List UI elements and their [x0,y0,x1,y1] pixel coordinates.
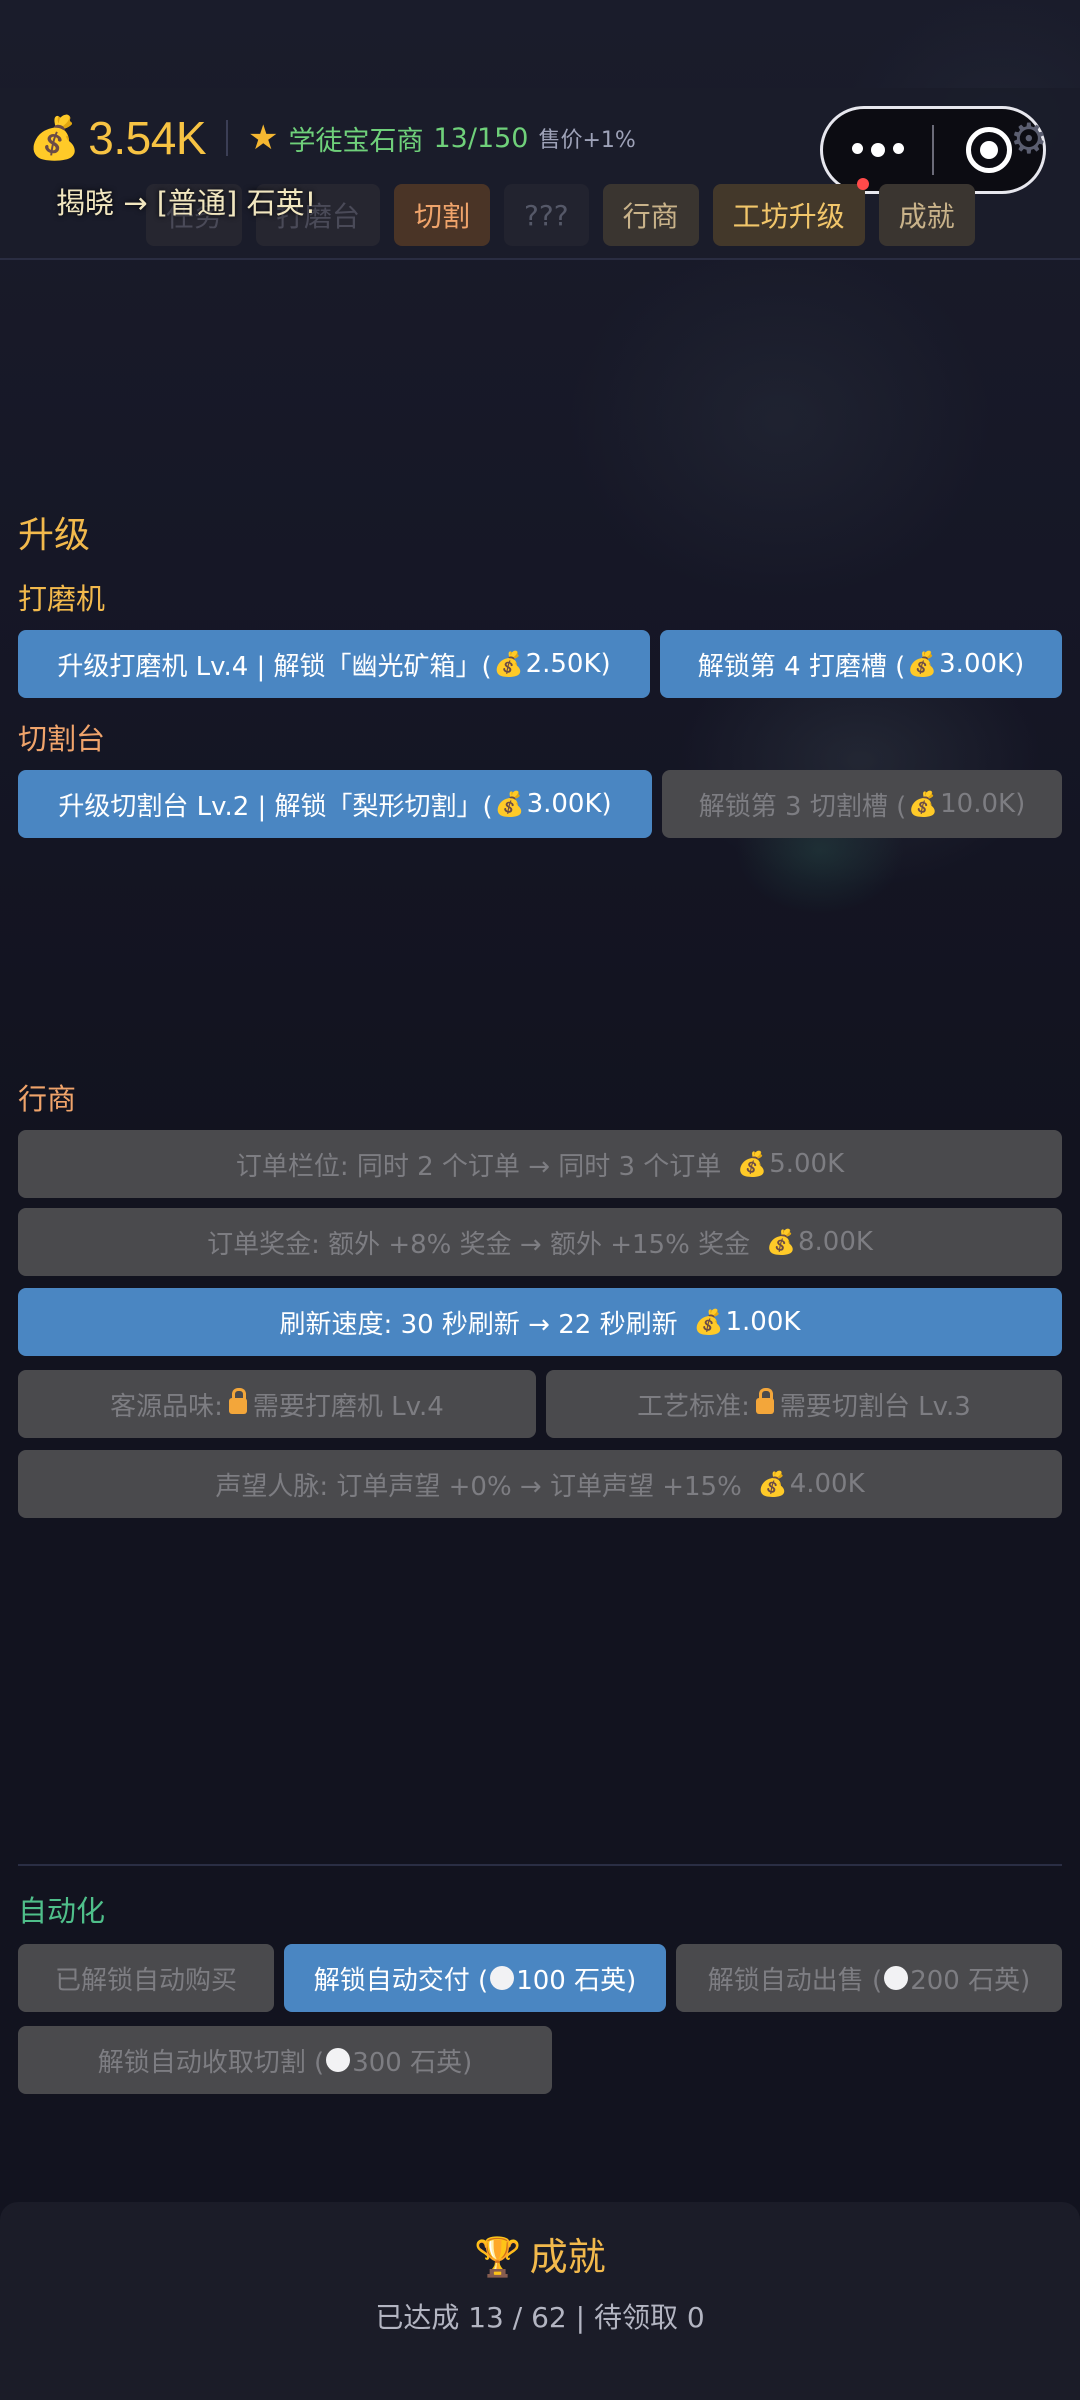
money-value: 3.54K [88,112,207,164]
button-label: 解锁自动交付 ( [313,1965,489,1996]
tab-label: 切割 [414,200,471,233]
tab-achievements[interactable]: 成就 [878,184,975,246]
tab-label: ??? [524,198,569,232]
reveal-toast: 揭晓 → [普通] 石英! [56,186,317,220]
quartz-icon [490,1966,515,1990]
upgrade-cutter-button[interactable]: 升级切割台 Lv.2 | 解锁「梨形切割」(💰 3.00K) [18,770,652,838]
button-price: 10.0K) [940,789,1026,819]
money-bag-icon: 💰 [766,1228,796,1256]
lock-icon [755,1388,774,1414]
button-label: 订单奖金: 额外 +8% 奖金 → 额外 +15% 奖金 [207,1229,751,1260]
star-icon: ★ [248,118,279,158]
button-cost: 100 石英) [516,1965,637,1996]
button-label: 订单栏位: 同时 2 个订单 → 同时 3 个订单 [235,1151,722,1182]
rank-bonus: 售价+1% [538,128,636,153]
money-bag-icon: 💰 [737,1150,768,1178]
button-price: 5.00K [769,1149,845,1179]
achievements-title[interactable]: 🏆 成就 [0,2226,1080,2281]
button-label: 解锁第 4 打磨槽 ( [697,651,906,682]
client-taste-upgrade-button[interactable]: 客源品味: 需要打磨机 Lv.4 [18,1370,536,1438]
money-bag-icon: 💰 [493,650,524,678]
rank-count: 13/150 [433,122,529,154]
order-slots-upgrade-button[interactable]: 订单栏位: 同时 2 个订单 → 同时 3 个订单 💰 5.00K [18,1130,1062,1198]
unlock-cutter-slot-button[interactable]: 解锁第 3 切割槽 (💰 10.0K) [662,770,1062,838]
auto-buy-button[interactable]: 已解锁自动购买 [18,1944,274,2012]
tab-label: 成就 [898,200,955,233]
tab-cutting[interactable]: 切割 [394,184,491,246]
button-label: 声望人脉: 订单声望 +0% → 订单声望 +15% [215,1471,742,1502]
unlock-auto-deliver-button[interactable]: 解锁自动交付 ( 100 石英) [284,1944,666,2012]
money-bag-icon: 💰 [28,113,81,162]
requirement-text: 需要打磨机 Lv.4 [252,1391,444,1422]
rank-name: 学徒宝石商 [288,125,424,157]
money-bag-icon: 💰 [908,790,939,818]
craft-standard-upgrade-button[interactable]: 工艺标准: 需要切割台 Lv.3 [546,1370,1062,1438]
divider [226,120,229,156]
reputation-upgrade-button[interactable]: 声望人脉: 订单声望 +0% → 订单声望 +15% 💰 4.00K [18,1450,1062,1518]
button-label: 刷新速度: 30 秒刷新 → 22 秒刷新 [279,1309,678,1340]
grinder-title: 打磨机 [18,582,106,616]
money-bag-icon: 💰 [693,1308,724,1336]
tab-locked[interactable]: ??? [504,184,589,246]
order-bonus-upgrade-button[interactable]: 订单奖金: 额外 +8% 奖金 → 额外 +15% 奖金 💰 8.00K [18,1208,1062,1276]
refresh-speed-upgrade-button[interactable]: 刷新速度: 30 秒刷新 → 22 秒刷新 💰 1.00K [18,1288,1062,1356]
unlock-grinder-slot-button[interactable]: 解锁第 4 打磨槽 (💰 3.00K) [660,630,1062,698]
button-price: 1.00K [725,1307,801,1337]
trophy-icon: 🏆 [474,2235,522,2279]
button-label: 解锁第 3 切割槽 ( [698,791,907,822]
upgrade-grinder-button[interactable]: 升级打磨机 Lv.4 | 解锁「幽光矿箱」(💰 2.50K) [18,630,650,698]
button-label: 解锁自动收取切割 ( [97,2047,325,2078]
button-label: 解锁自动出售 ( [707,1965,883,1996]
notification-dot [856,178,869,190]
requirement-text: 需要切割台 Lv.3 [779,1391,971,1422]
button-label: 已解锁自动购买 [54,1965,237,1996]
unlock-auto-sell-button[interactable]: 解锁自动出售 ( 200 石英) [676,1944,1062,2012]
tab-label: 工坊升级 [732,200,845,233]
automation-title: 自动化 [18,1894,106,1928]
button-price: 3.00K) [526,789,612,819]
money-bag-icon: 💰 [494,790,525,818]
button-cost: 300 石英) [352,2047,473,2078]
tab-workshop-upgrade[interactable]: 工坊升级 [712,178,869,246]
button-label: 升级打磨机 Lv.4 | 解锁「幽光矿箱」( [57,651,492,682]
money-bag-icon: 💰 [907,650,938,678]
unlock-auto-collect-button[interactable]: 解锁自动收取切割 ( 300 石英) [18,2026,552,2094]
button-label: 工艺标准: [637,1391,750,1422]
cutter-title: 切割台 [18,722,106,756]
more-icon[interactable] [823,143,932,157]
button-price: 4.00K [789,1469,865,1499]
status-row: 💰 3.54K ★ 学徒宝石商 13/150 售价+1% [28,112,636,164]
tab-merchant[interactable]: 行商 [602,184,699,246]
lock-icon [228,1388,247,1414]
button-price: 2.50K) [525,649,611,679]
achievements-stats: 已达成 13 / 62 | 待领取 0 [375,2301,705,2334]
quartz-icon [884,1966,909,1990]
tab-label: 行商 [622,200,679,233]
merchant-title: 行商 [18,1082,77,1116]
money-bag-icon: 💰 [757,1470,788,1498]
button-price: 3.00K) [939,649,1025,679]
section-divider [18,1864,1062,1866]
quartz-icon [326,2048,351,2072]
achievements-title-label: 成就 [529,2235,606,2279]
button-label: 客源品味: [110,1391,223,1422]
gear-icon[interactable]: ⚙ [1010,114,1048,163]
upgrade-section-title: 升级 [18,515,91,556]
button-label: 升级切割台 Lv.2 | 解锁「梨形切割」( [58,791,493,822]
button-price: 8.00K [797,1227,873,1257]
button-cost: 200 石英) [910,1965,1031,1996]
